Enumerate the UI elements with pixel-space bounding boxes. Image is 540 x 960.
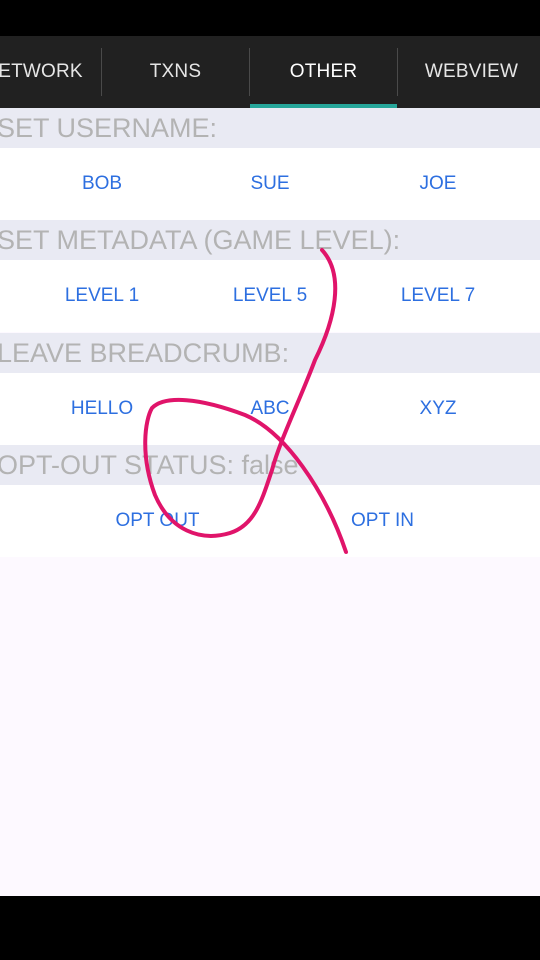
breadcrumb-xyz-button[interactable]: XYZ <box>353 373 523 445</box>
opt-out-status-header: OPT-OUT STATUS: false <box>0 445 540 485</box>
tab-webview[interactable]: WEBVIEW <box>398 36 540 108</box>
username-joe-button[interactable]: JOE <box>353 148 523 220</box>
level-7-button[interactable]: LEVEL 7 <box>353 260 523 332</box>
username-sue-button[interactable]: SUE <box>185 148 355 220</box>
opt-button-row: OPT OUT OPT IN <box>0 485 540 557</box>
level-1-button[interactable]: LEVEL 1 <box>17 260 187 332</box>
level-5-button[interactable]: LEVEL 5 <box>185 260 355 332</box>
tab-network[interactable]: ETWORK <box>0 36 101 108</box>
opt-out-status-label: OPT-OUT STATUS: false <box>0 450 299 480</box>
navigation-bar <box>0 896 540 960</box>
breadcrumb-hello-button[interactable]: HELLO <box>17 373 187 445</box>
breadcrumb-button-row: HELLO ABC XYZ <box>0 373 540 445</box>
username-button-row: BOB SUE JOE <box>0 148 540 220</box>
tab-other[interactable]: OTHER <box>250 36 397 108</box>
tab-bar: ETWORK TXNS OTHER WEBVIEW <box>0 36 540 108</box>
opt-in-button[interactable]: OPT IN <box>270 485 495 557</box>
tab-txns[interactable]: TXNS <box>102 36 249 108</box>
opt-out-button[interactable]: OPT OUT <box>45 485 270 557</box>
set-metadata-header: SET METADATA (GAME LEVEL): <box>0 220 540 260</box>
status-bar <box>0 0 540 36</box>
username-bob-button[interactable]: BOB <box>17 148 187 220</box>
leave-breadcrumb-header-label: LEAVE BREADCRUMB: <box>0 338 290 368</box>
breadcrumb-abc-button[interactable]: ABC <box>185 373 355 445</box>
set-username-header: SET USERNAME: <box>0 108 540 148</box>
other-panel: SET USERNAME: BOB SUE JOE SET METADATA (… <box>0 108 540 896</box>
set-metadata-header-label: SET METADATA (GAME LEVEL): <box>0 225 401 255</box>
metadata-button-row: LEVEL 1 LEVEL 5 LEVEL 7 <box>0 260 540 332</box>
set-username-header-label: SET USERNAME: <box>0 113 218 143</box>
leave-breadcrumb-header: LEAVE BREADCRUMB: <box>0 333 540 373</box>
